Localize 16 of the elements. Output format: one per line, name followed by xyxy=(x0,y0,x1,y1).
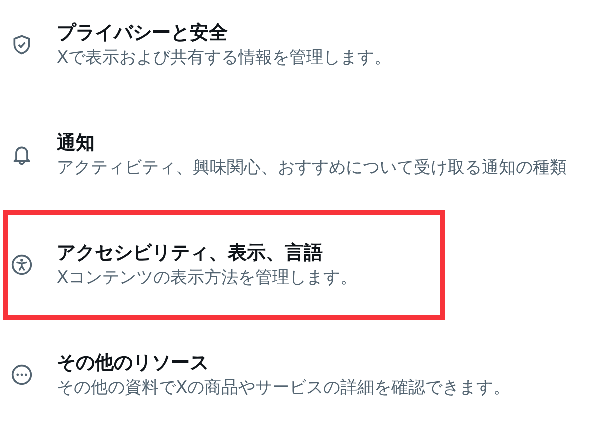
item-description: Xコンテンツの表示方法を管理します。 xyxy=(57,267,358,290)
settings-item[interactable]: 通知 アクティビティ、興味関心、おすすめについて受け取る通知の種類 xyxy=(0,100,605,210)
accessibility-icon xyxy=(11,254,33,276)
more-icon xyxy=(11,364,33,386)
item-description: アクティビティ、興味関心、おすすめについて受け取る通知の種類 xyxy=(57,157,567,180)
shield-check-icon xyxy=(11,34,33,56)
highlighted-settings-item[interactable]: アクセシビリティ、表示、言語 Xコンテンツの表示方法を管理します。 xyxy=(3,210,445,320)
item-description: その他の資料でXの商品やサービスの詳細を確認できます。 xyxy=(57,377,511,400)
item-title: その他のリソース xyxy=(57,351,210,376)
item-description: Xで表示および共有する情報を管理します。 xyxy=(57,47,392,70)
bell-icon xyxy=(11,144,33,166)
item-title: 通知 xyxy=(57,131,96,156)
item-title: アクセシビリティ、表示、言語 xyxy=(57,241,324,266)
item-title: プライバシーと安全 xyxy=(57,21,229,46)
settings-item[interactable]: その他のリソース その他の資料でXの商品やサービスの詳細を確認できます。 xyxy=(0,320,605,418)
settings-item[interactable]: プライバシーと安全 Xで表示および共有する情報を管理します。 xyxy=(0,0,605,100)
